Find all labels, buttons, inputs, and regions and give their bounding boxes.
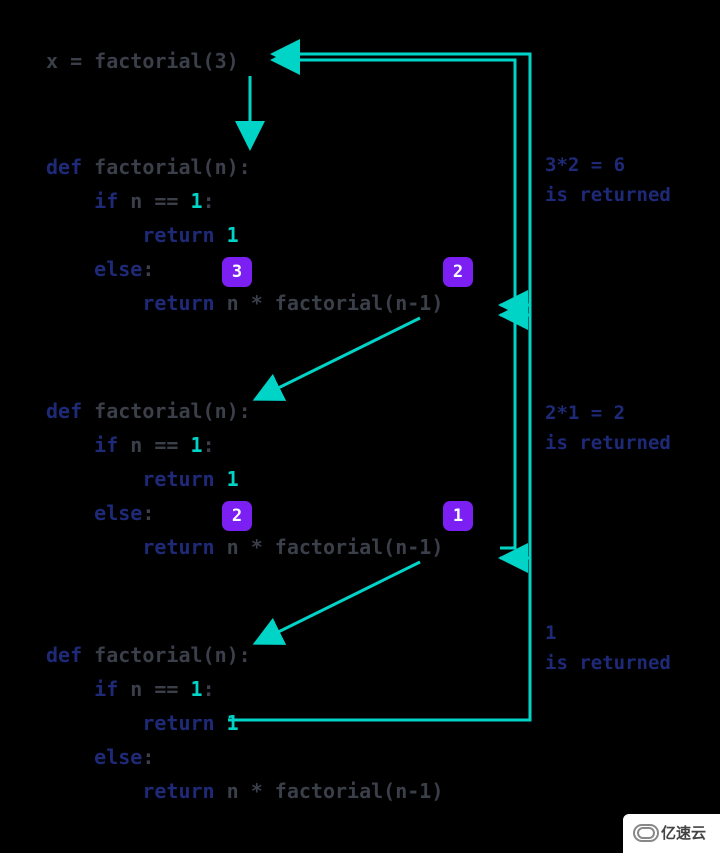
badge-n-3: 3 [222,257,252,287]
code-block-1: def factorial(n): if n == 1: return 1 el… [46,150,443,320]
arrow-block1-to-block2 [258,318,420,398]
arrow-return-2-inner [500,315,515,548]
annotation-3: 1is returned [545,618,671,679]
annotation-1: 3*2 = 6is returned [545,150,671,211]
badge-n-2: 2 [222,501,252,531]
arrow-return-2-outer [500,305,530,558]
var-x: x [46,49,58,73]
code-block-3: def factorial(n): if n == 1: return 1 el… [46,638,443,808]
code-block-2: def factorial(n): if n == 1: return 1 el… [46,394,443,564]
call-line: x = factorial(3) [46,44,239,78]
badge-arg-1: 1 [443,501,473,531]
watermark: 亿速云 [623,814,720,853]
diagram-stage: x = factorial(3) def factorial(n): if n … [0,0,720,853]
annotation-2: 2*1 = 2is returned [545,398,671,459]
arrow-block2-to-block3 [258,562,420,642]
badge-arg-2: 2 [443,257,473,287]
